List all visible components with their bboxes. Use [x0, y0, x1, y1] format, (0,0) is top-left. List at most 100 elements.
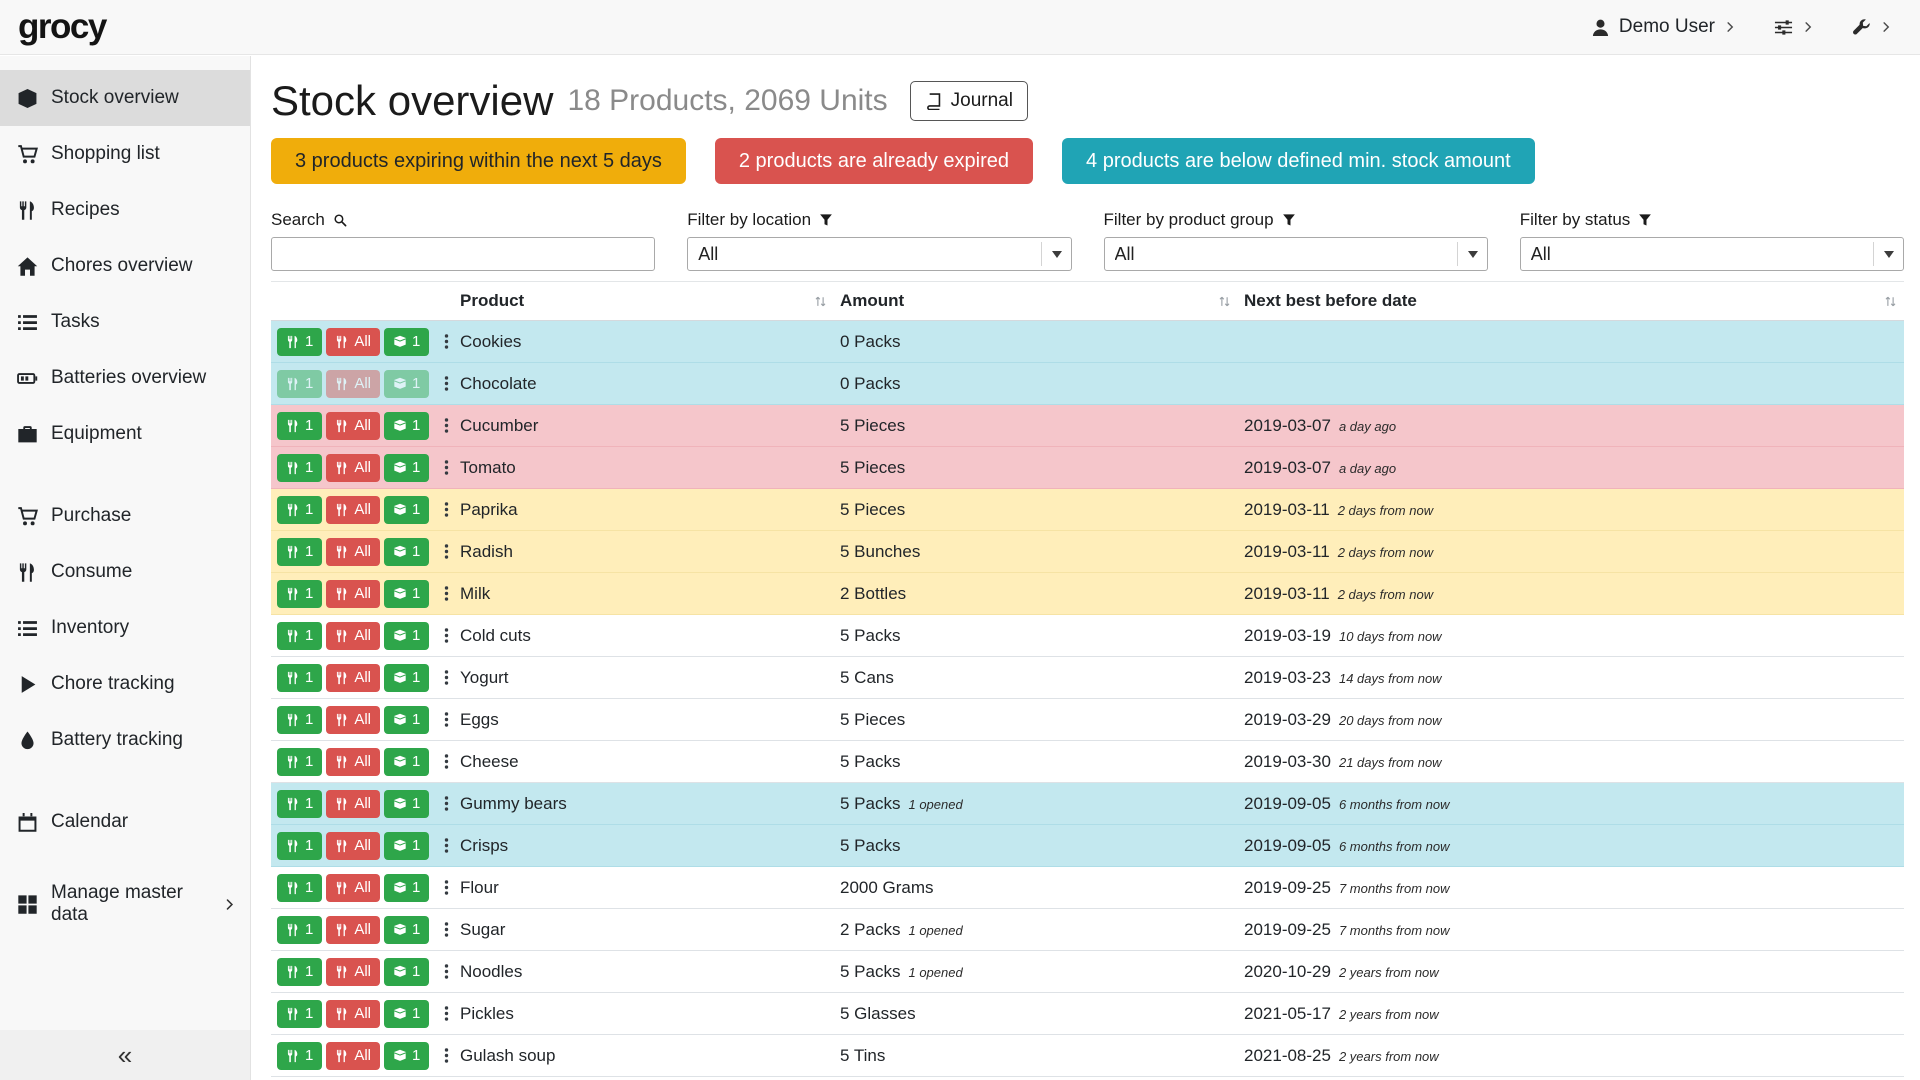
sidebar-item-purchase[interactable]: Purchase: [0, 488, 250, 544]
consume-all-button[interactable]: All: [326, 916, 380, 944]
consume-one-button[interactable]: 1: [277, 832, 322, 860]
row-menu-button[interactable]: [433, 921, 460, 938]
settings-menu[interactable]: [1774, 18, 1814, 37]
open-product-button[interactable]: 1: [384, 916, 429, 944]
row-menu-button[interactable]: [433, 627, 460, 644]
open-product-button[interactable]: 1: [384, 370, 429, 398]
product-column-header[interactable]: Product: [454, 282, 834, 321]
search-input[interactable]: [271, 237, 655, 271]
sidebar-item-chores-overview[interactable]: Chores overview: [0, 238, 250, 294]
sidebar-item-stock-overview[interactable]: Stock overview: [0, 70, 250, 126]
consume-one-button[interactable]: 1: [277, 538, 322, 566]
row-menu-button[interactable]: [433, 669, 460, 686]
consume-all-button[interactable]: All: [326, 580, 380, 608]
consume-all-button[interactable]: All: [326, 622, 380, 650]
consume-one-button[interactable]: 1: [277, 1000, 322, 1028]
open-product-button[interactable]: 1: [384, 622, 429, 650]
row-menu-button[interactable]: [433, 459, 460, 476]
row-menu-button[interactable]: [433, 375, 460, 392]
consume-all-button[interactable]: All: [326, 1042, 380, 1070]
below-min-stock-badge[interactable]: 4 products are below defined min. stock …: [1062, 138, 1535, 184]
consume-one-button[interactable]: 1: [277, 370, 322, 398]
consume-all-button[interactable]: All: [326, 538, 380, 566]
consume-all-button[interactable]: All: [326, 496, 380, 524]
sidebar-item-inventory[interactable]: Inventory: [0, 600, 250, 656]
open-product-button[interactable]: 1: [384, 958, 429, 986]
best-before-column-header[interactable]: Next best before date: [1238, 282, 1904, 321]
sidebar-item-tasks[interactable]: Tasks: [0, 294, 250, 350]
open-product-button[interactable]: 1: [384, 832, 429, 860]
consume-all-button[interactable]: All: [326, 370, 380, 398]
expiring-soon-badge[interactable]: 3 products expiring within the next 5 da…: [271, 138, 686, 184]
app-logo[interactable]: grocy: [18, 7, 106, 47]
open-product-button[interactable]: 1: [384, 412, 429, 440]
open-product-button[interactable]: 1: [384, 328, 429, 356]
row-menu-button[interactable]: [433, 543, 460, 560]
sidebar-item-consume[interactable]: Consume: [0, 544, 250, 600]
sidebar-item-shopping-list[interactable]: Shopping list: [0, 126, 250, 182]
consume-all-button[interactable]: All: [326, 412, 380, 440]
consume-one-button[interactable]: 1: [277, 580, 322, 608]
open-product-button[interactable]: 1: [384, 748, 429, 776]
open-product-button[interactable]: 1: [384, 454, 429, 482]
consume-one-button[interactable]: 1: [277, 748, 322, 776]
journal-button[interactable]: Journal: [910, 81, 1028, 121]
sidebar-item-batteries-overview[interactable]: Batteries overview: [0, 350, 250, 406]
sidebar-item-equipment[interactable]: Equipment: [0, 406, 250, 462]
row-menu-button[interactable]: [433, 333, 460, 350]
consume-one-button[interactable]: 1: [277, 874, 322, 902]
open-product-button[interactable]: 1: [384, 874, 429, 902]
sort-icon[interactable]: [1217, 294, 1232, 309]
row-menu-button[interactable]: [433, 837, 460, 854]
row-menu-button[interactable]: [433, 753, 460, 770]
row-menu-button[interactable]: [433, 501, 460, 518]
row-menu-button[interactable]: [433, 585, 460, 602]
consume-all-button[interactable]: All: [326, 790, 380, 818]
sidebar-item-calendar[interactable]: Calendar: [0, 794, 250, 850]
product-group-filter-select[interactable]: All: [1104, 237, 1488, 271]
expired-badge[interactable]: 2 products are already expired: [715, 138, 1033, 184]
sidebar-item-battery-tracking[interactable]: Battery tracking: [0, 712, 250, 768]
consume-one-button[interactable]: 1: [277, 622, 322, 650]
user-menu[interactable]: Demo User: [1591, 16, 1736, 38]
consume-all-button[interactable]: All: [326, 832, 380, 860]
consume-all-button[interactable]: All: [326, 874, 380, 902]
open-product-button[interactable]: 1: [384, 1000, 429, 1028]
admin-menu[interactable]: [1852, 18, 1892, 37]
sidebar-item-manage-master-data[interactable]: Manage master data: [0, 876, 250, 932]
sidebar-item-chore-tracking[interactable]: Chore tracking: [0, 656, 250, 712]
open-product-button[interactable]: 1: [384, 664, 429, 692]
open-product-button[interactable]: 1: [384, 580, 429, 608]
consume-all-button[interactable]: All: [326, 328, 380, 356]
consume-one-button[interactable]: 1: [277, 496, 322, 524]
consume-one-button[interactable]: 1: [277, 454, 322, 482]
open-product-button[interactable]: 1: [384, 1042, 429, 1070]
row-menu-button[interactable]: [433, 417, 460, 434]
amount-column-header[interactable]: Amount: [834, 282, 1238, 321]
row-menu-button[interactable]: [433, 1005, 460, 1022]
sort-icon[interactable]: [813, 294, 828, 309]
consume-one-button[interactable]: 1: [277, 958, 322, 986]
consume-one-button[interactable]: 1: [277, 328, 322, 356]
consume-all-button[interactable]: All: [326, 748, 380, 776]
open-product-button[interactable]: 1: [384, 706, 429, 734]
consume-one-button[interactable]: 1: [277, 664, 322, 692]
row-menu-button[interactable]: [433, 1047, 460, 1064]
consume-one-button[interactable]: 1: [277, 706, 322, 734]
status-filter-select[interactable]: All: [1520, 237, 1904, 271]
consume-one-button[interactable]: 1: [277, 412, 322, 440]
row-menu-button[interactable]: [433, 963, 460, 980]
open-product-button[interactable]: 1: [384, 496, 429, 524]
row-menu-button[interactable]: [433, 879, 460, 896]
row-menu-button[interactable]: [433, 711, 460, 728]
sidebar-collapse-button[interactable]: «: [0, 1030, 250, 1080]
consume-all-button[interactable]: All: [326, 1000, 380, 1028]
location-filter-select[interactable]: All: [687, 237, 1071, 271]
consume-all-button[interactable]: All: [326, 958, 380, 986]
consume-all-button[interactable]: All: [326, 664, 380, 692]
consume-one-button[interactable]: 1: [277, 916, 322, 944]
open-product-button[interactable]: 1: [384, 538, 429, 566]
consume-all-button[interactable]: All: [326, 454, 380, 482]
consume-one-button[interactable]: 1: [277, 1042, 322, 1070]
sidebar-item-recipes[interactable]: Recipes: [0, 182, 250, 238]
